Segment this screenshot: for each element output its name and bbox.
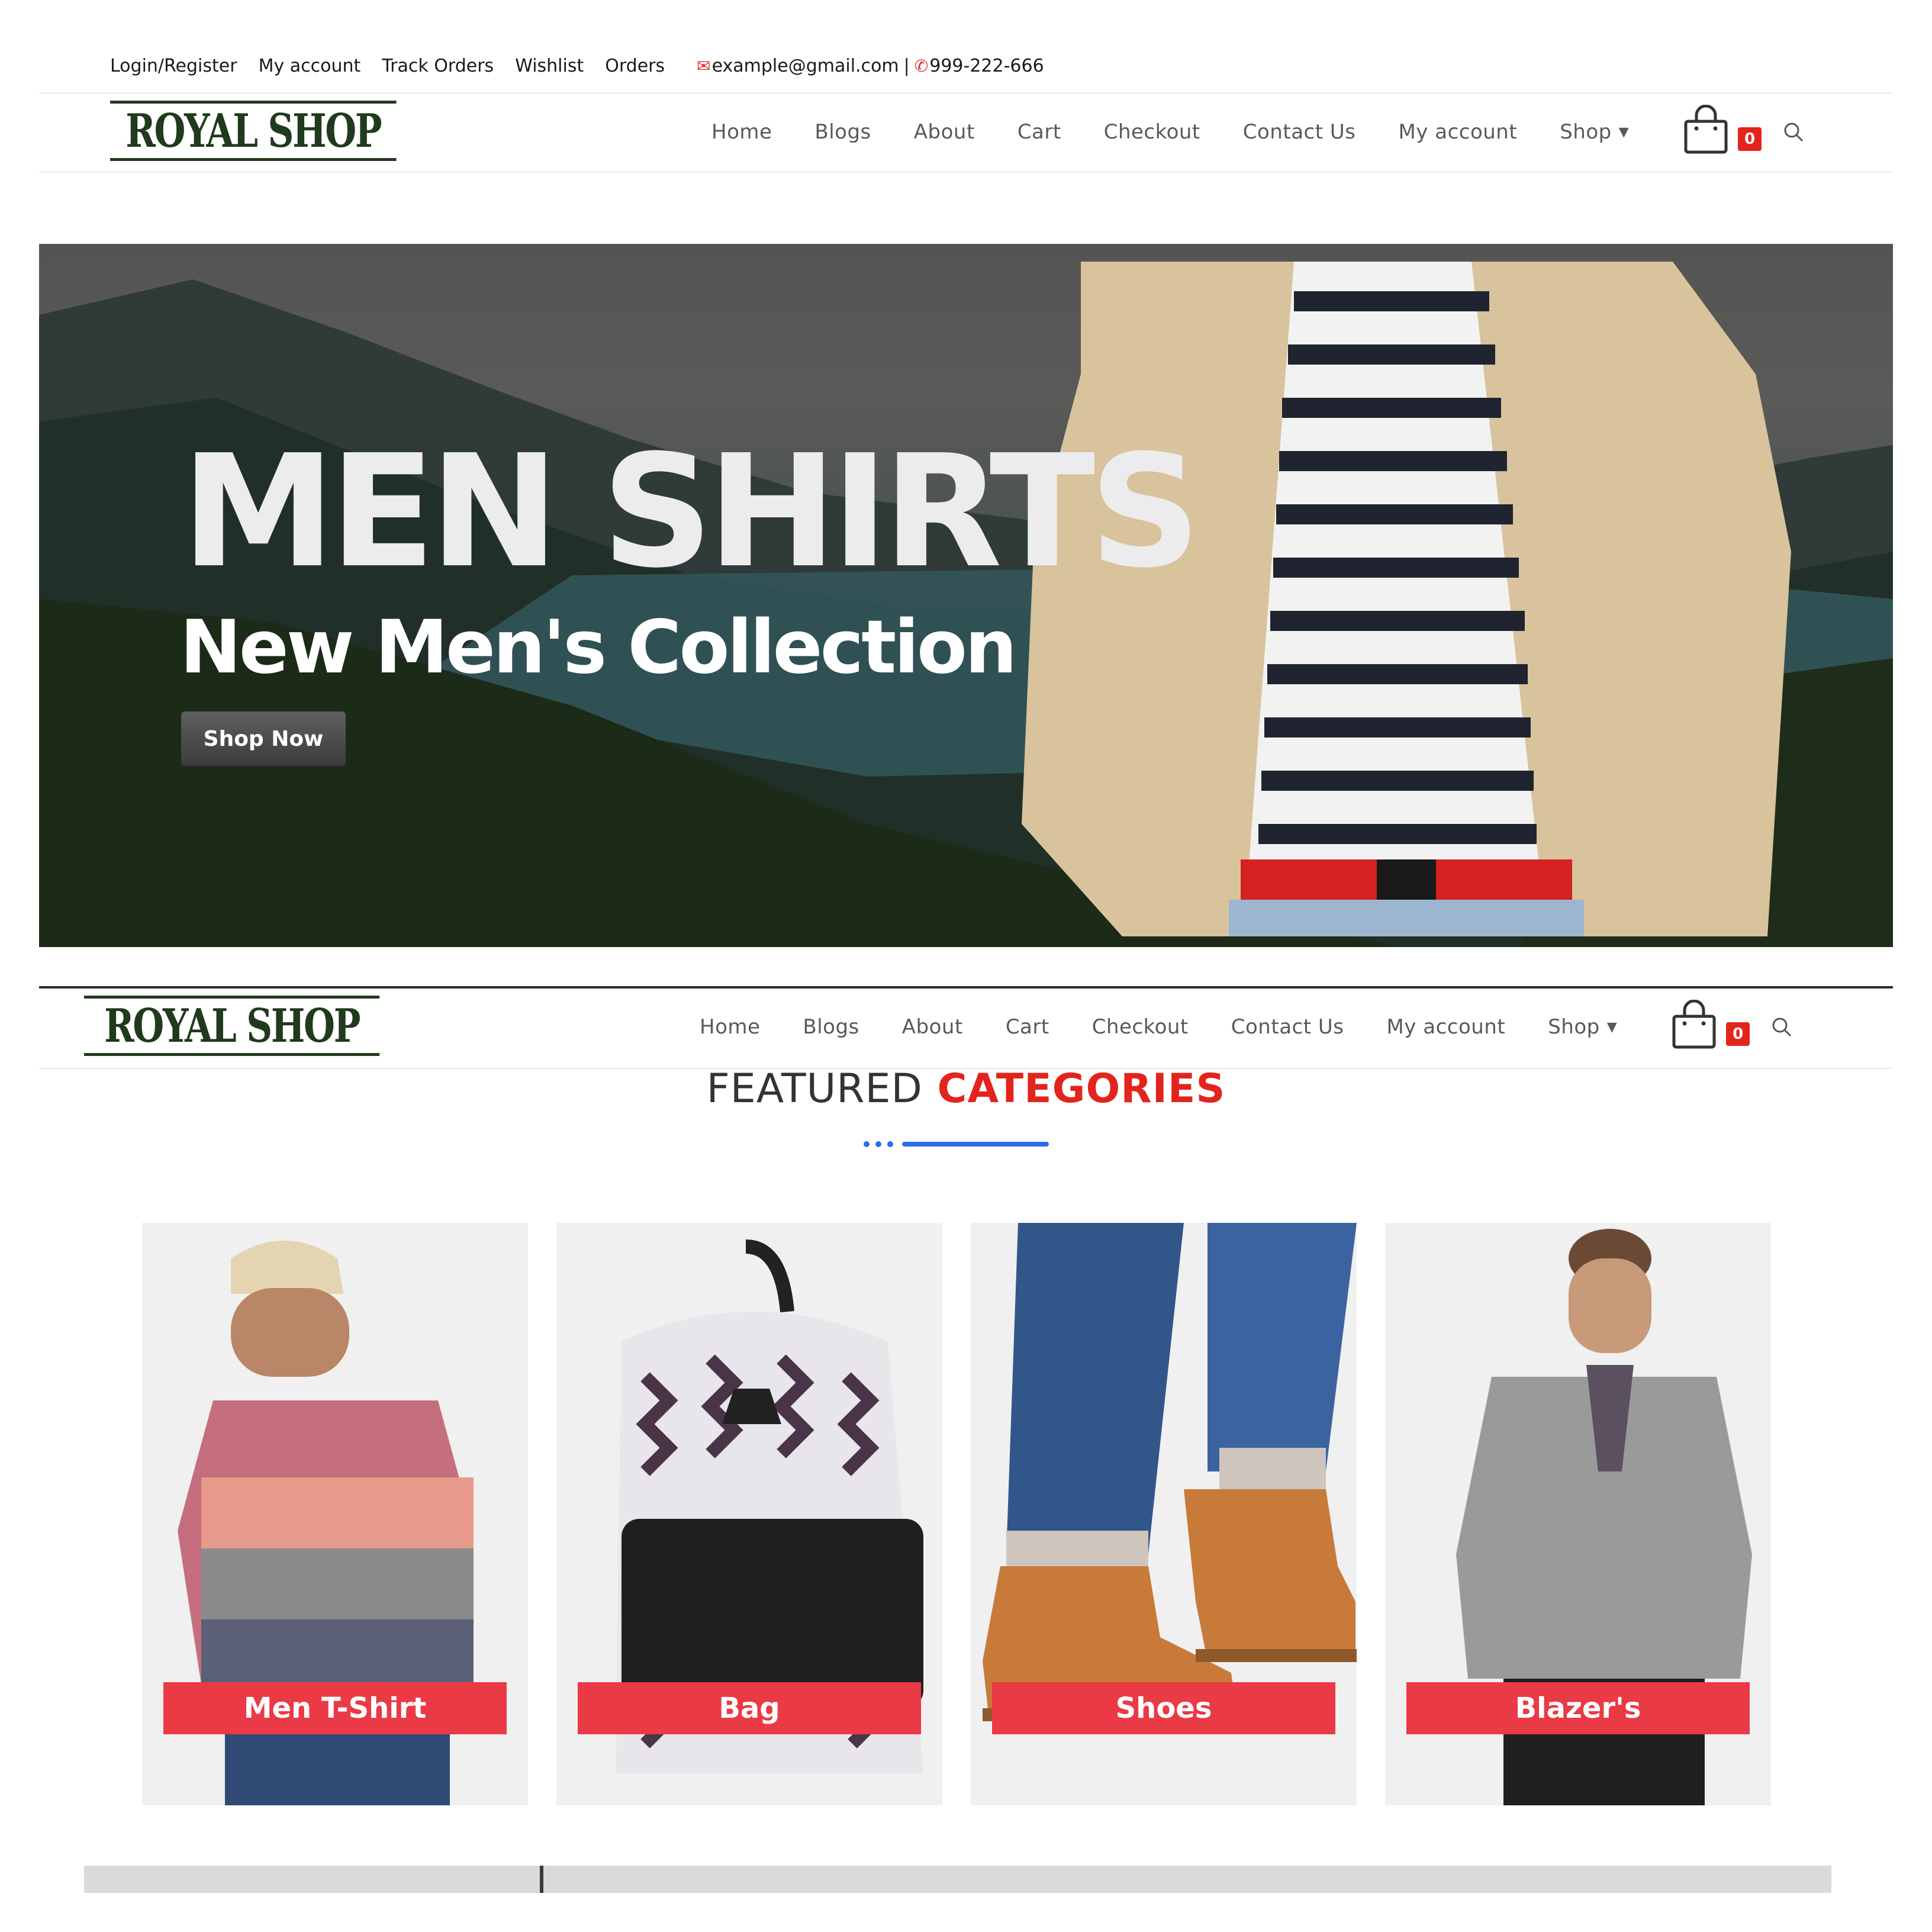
hero-banner: MEN SHIRTS New Men's Collection Shop Now (39, 244, 1893, 947)
search-icon[interactable] (1783, 121, 1804, 143)
heading-divider (864, 1141, 1049, 1147)
nav-cart[interactable]: Cart (1017, 120, 1061, 144)
shopping-bag-icon (1672, 1000, 1716, 1049)
sticky-cart-count-badge: 0 (1726, 1022, 1750, 1046)
sticky-nav-contact-us[interactable]: Contact Us (1231, 1015, 1344, 1039)
nav-checkout[interactable]: Checkout (1104, 120, 1200, 144)
category-card-men-tshirt[interactable]: Men T-Shirt (142, 1223, 528, 1805)
sticky-nav-checkout[interactable]: Checkout (1092, 1015, 1189, 1039)
category-label-blazers[interactable]: Blazer's (1406, 1682, 1750, 1734)
nav-contact-us[interactable]: Contact Us (1243, 120, 1356, 144)
phone-icon: ✆ (914, 56, 929, 76)
category-label-shoes[interactable]: Shoes (992, 1682, 1335, 1734)
contact-info: ✉ example@gmail.com | ✆ 999-222-666 (697, 56, 1044, 76)
nav-blogs[interactable]: Blogs (814, 120, 871, 144)
track-orders-link[interactable]: Track Orders (382, 56, 494, 76)
shop-now-button[interactable]: Shop Now (181, 711, 346, 766)
sticky-nav-shop-label: Shop (1548, 1015, 1600, 1039)
contact-email[interactable]: example@gmail.com (712, 56, 899, 76)
sticky-nav: Home Blogs About Cart Checkout Contact U… (700, 988, 1792, 1065)
category-card-blazers[interactable]: Blazer's (1385, 1223, 1771, 1805)
header-divider (39, 172, 1893, 173)
sticky-header: ROYAL SHOP Home Blogs About Cart Checkou… (39, 988, 1893, 1065)
orders-link[interactable]: Orders (605, 56, 665, 76)
sticky-header-cart[interactable]: 0 (1664, 997, 1750, 1057)
mail-icon: ✉ (697, 56, 711, 76)
sticky-nav-blogs[interactable]: Blogs (803, 1015, 859, 1039)
top-utility-bar: Login/Register My account Track Orders W… (110, 52, 1044, 79)
sticky-site-logo[interactable]: ROYAL SHOP (84, 996, 380, 1056)
shopping-bag-icon (1684, 105, 1728, 154)
featured-categories-heading: FEATURED CATEGORIES (0, 1065, 1932, 1112)
horizontal-scrollbar[interactable] (84, 1866, 1831, 1893)
contact-phone[interactable]: 999-222-666 (929, 56, 1044, 76)
site-logo[interactable]: ROYAL SHOP (110, 101, 397, 161)
nav-about[interactable]: About (914, 120, 975, 144)
scrollbar-handle[interactable] (540, 1866, 543, 1893)
contact-separator: | (903, 55, 910, 76)
sticky-nav-my-account[interactable]: My account (1386, 1015, 1505, 1039)
header-cart[interactable]: 0 (1676, 102, 1762, 162)
heading-part-categories: CATEGORIES (937, 1065, 1226, 1112)
category-label-bag[interactable]: Bag (578, 1682, 921, 1734)
sticky-nav-shop[interactable]: Shop ▼ (1548, 1015, 1617, 1039)
heading-part-featured: FEATURED (706, 1065, 923, 1112)
sticky-nav-home[interactable]: Home (700, 1015, 760, 1039)
nav-shop-label: Shop (1560, 120, 1612, 144)
my-account-link[interactable]: My account (259, 56, 361, 76)
category-label-men-tshirt[interactable]: Men T-Shirt (163, 1682, 507, 1734)
category-card-bag[interactable]: Bag (556, 1223, 942, 1805)
cart-count-badge: 0 (1738, 127, 1762, 151)
chevron-down-icon: ▼ (1606, 1019, 1618, 1035)
nav-home[interactable]: Home (711, 120, 772, 144)
search-icon[interactable] (1771, 1016, 1792, 1038)
nav-shop[interactable]: Shop ▼ (1560, 120, 1629, 144)
chevron-down-icon: ▼ (1618, 124, 1630, 140)
sticky-nav-about[interactable]: About (902, 1015, 963, 1039)
nav-my-account[interactable]: My account (1398, 120, 1517, 144)
hero-title: MEN SHIRTS (181, 421, 1201, 602)
main-nav: Home Blogs About Cart Checkout Contact U… (711, 94, 1804, 170)
main-header: ROYAL SHOP Home Blogs About Cart Checkou… (39, 94, 1893, 170)
category-card-shoes[interactable]: Shoes (971, 1223, 1357, 1805)
hero-subtitle: New Men's Collection (180, 605, 1017, 690)
login-register-link[interactable]: Login/Register (110, 56, 237, 76)
sticky-nav-cart[interactable]: Cart (1006, 1015, 1049, 1039)
wishlist-link[interactable]: Wishlist (515, 56, 584, 76)
